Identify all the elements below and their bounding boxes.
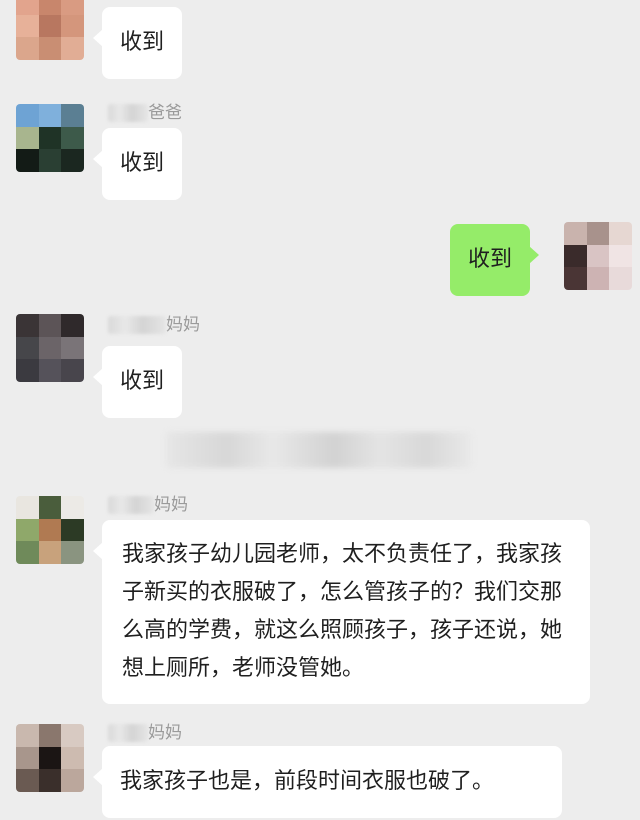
redacted-name bbox=[108, 496, 154, 514]
redacted-name bbox=[108, 724, 148, 742]
message-text: 收到 bbox=[120, 369, 165, 394]
redacted-name bbox=[108, 104, 148, 122]
message-bubble[interactable]: 收到 bbox=[92, 7, 183, 79]
sender-name: 爸爸 bbox=[108, 102, 182, 124]
message-text: 我家孩子幼儿园老师，太不负责任了，我家孩子新买的衣服破了，怎么管孩子的？我们交那… bbox=[122, 542, 563, 681]
avatar[interactable] bbox=[16, 724, 84, 792]
avatar[interactable] bbox=[16, 314, 84, 382]
sender-name: 妈妈 bbox=[108, 722, 182, 744]
avatar[interactable] bbox=[16, 496, 84, 564]
message-bubble[interactable]: 我家孩子幼儿园老师，太不负责任了，我家孩子新买的衣服破了，怎么管孩子的？我们交那… bbox=[93, 520, 590, 704]
avatar[interactable] bbox=[16, 104, 84, 172]
redacted-name bbox=[108, 316, 166, 334]
message-text: 收到 bbox=[120, 30, 165, 55]
message-bubble-self[interactable]: 收到 bbox=[450, 224, 540, 296]
message-text: 收到 bbox=[120, 151, 165, 176]
sender-name: 妈妈 bbox=[108, 314, 200, 336]
message-bubble[interactable]: 收到 bbox=[92, 346, 183, 418]
message-text: 收到 bbox=[468, 247, 513, 272]
message-text: 我家孩子也是，前段时间衣服也破了。 bbox=[120, 769, 495, 794]
timestamp-redacted bbox=[166, 432, 472, 468]
message-bubble[interactable]: 我家孩子也是，前段时间衣服也破了。 bbox=[93, 746, 562, 818]
avatar-self[interactable] bbox=[564, 222, 632, 290]
avatar[interactable] bbox=[16, 0, 84, 60]
sender-name: 妈妈 bbox=[108, 494, 188, 516]
message-bubble[interactable]: 收到 bbox=[92, 128, 183, 200]
